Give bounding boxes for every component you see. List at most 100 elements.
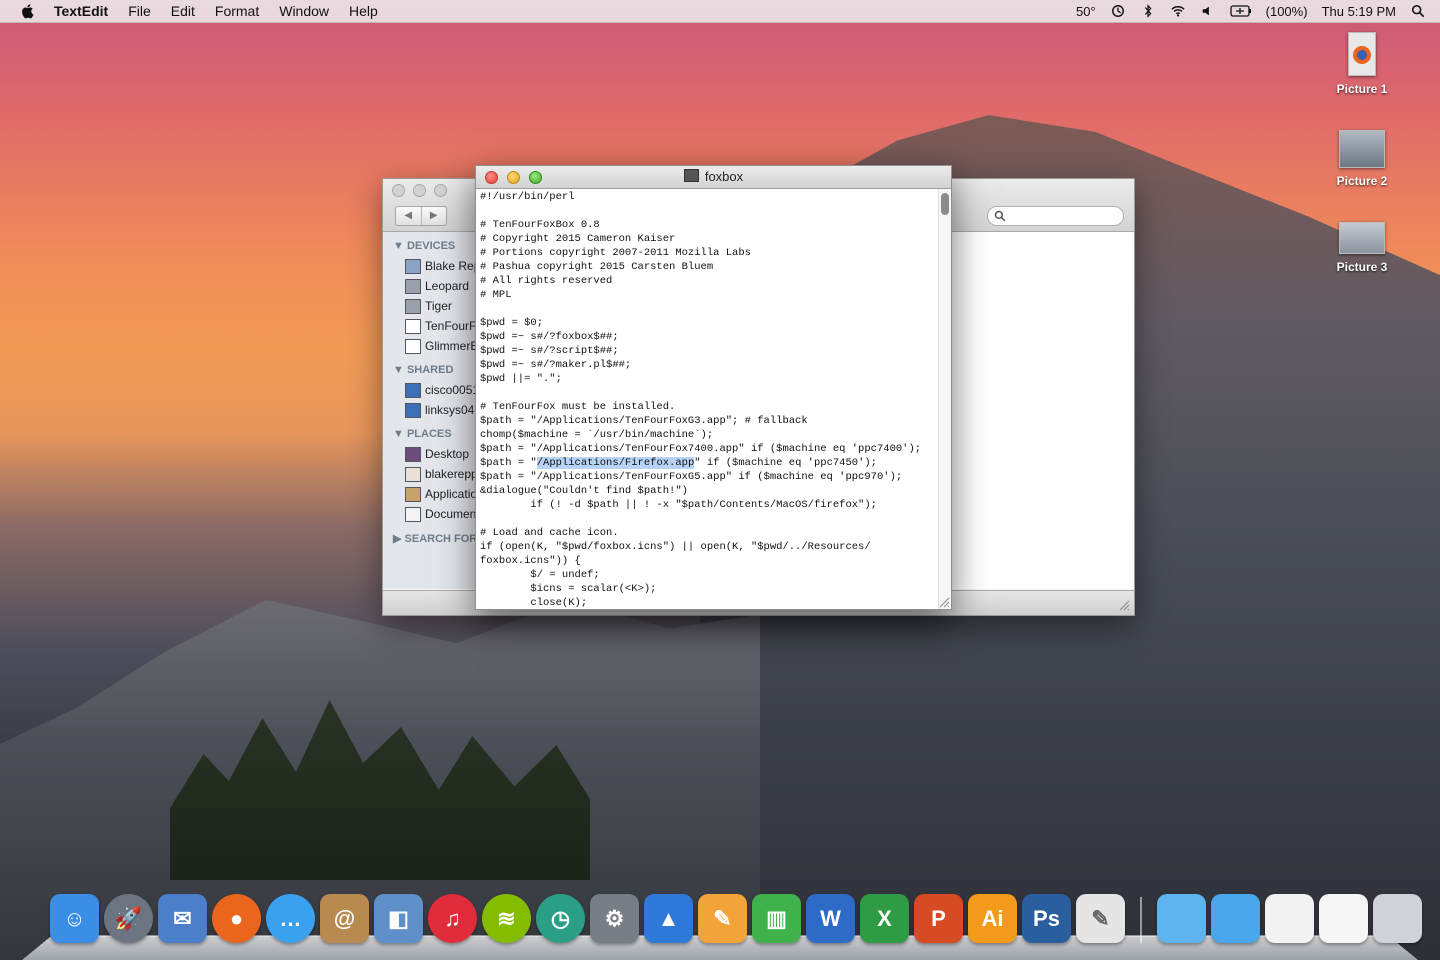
dock-finder-icon[interactable]: ☺ bbox=[50, 894, 99, 943]
forward-arrow-icon[interactable]: ▶ bbox=[422, 207, 447, 225]
code-text[interactable]: #!/usr/bin/perl # TenFourFoxBox 0.8 # Co… bbox=[480, 190, 937, 607]
sidebar-item-place[interactable]: Applicatio bbox=[383, 484, 478, 504]
dock-itunes-icon[interactable]: ♫ bbox=[428, 894, 477, 943]
status-area: 50° (100%) Thu 5:19 PM bbox=[1076, 0, 1426, 22]
sidebar-header-shared[interactable]: ▼ SHARED bbox=[393, 364, 478, 376]
back-arrow-icon[interactable]: ◀ bbox=[396, 207, 422, 225]
finder-sidebar: ▼ DEVICES Blake Rep Leopard Tiger TenFou… bbox=[383, 232, 479, 589]
menu-window[interactable]: Window bbox=[279, 3, 329, 19]
menu-format[interactable]: Format bbox=[215, 3, 259, 19]
dock-documents-stack-icon[interactable] bbox=[1157, 894, 1206, 943]
dock-system-preferences-icon[interactable]: ⚙ bbox=[590, 894, 639, 943]
vertical-scrollbar[interactable] bbox=[938, 189, 951, 609]
time-machine-icon[interactable] bbox=[1110, 4, 1126, 18]
desktop-icon-picture-3[interactable]: Picture 3 bbox=[1317, 222, 1407, 274]
dock: ☺ 🚀 ✉ ●… @ ◧ ♫ ≋ ◷ ⚙ ▲ ✎ ▥ W X P Ai Ps ✎ bbox=[22, 886, 1422, 960]
menu-app-name[interactable]: TextEdit bbox=[54, 3, 108, 19]
sidebar-item-device[interactable]: Leopard bbox=[383, 276, 478, 296]
desktop-icon-picture-1[interactable]: Picture 1 bbox=[1317, 32, 1407, 96]
sidebar-item-place[interactable]: blakerepp bbox=[383, 464, 478, 484]
dock-messages-icon[interactable]: … bbox=[266, 894, 315, 943]
textedit-titlebar[interactable]: foxbox bbox=[476, 166, 951, 189]
sidebar-header-devices[interactable]: ▼ DEVICES bbox=[393, 240, 478, 252]
sidebar-item-place[interactable]: Documen bbox=[383, 504, 478, 524]
menu-edit[interactable]: Edit bbox=[171, 3, 195, 19]
dock-spotify-icon[interactable]: ≋ bbox=[482, 894, 531, 943]
dock-photoshop-icon[interactable]: Ps bbox=[1022, 894, 1071, 943]
home-icon bbox=[405, 467, 421, 482]
dock-trash-icon[interactable] bbox=[1373, 894, 1422, 943]
sidebar-item-device[interactable]: GlimmerB bbox=[383, 336, 478, 356]
disk-icon bbox=[405, 299, 421, 314]
scrollbar-thumb[interactable] bbox=[941, 193, 949, 215]
finder-zoom-button[interactable] bbox=[434, 184, 447, 197]
desktop-icon-label: Picture 1 bbox=[1336, 82, 1388, 96]
network-computer-icon bbox=[405, 403, 421, 418]
dock-icons: ☺ 🚀 ✉ ●… @ ◧ ♫ ≋ ◷ ⚙ ▲ ✎ ▥ W X P Ai Ps ✎ bbox=[50, 894, 1422, 943]
sidebar-header-search-for[interactable]: ▶ SEARCH FOR bbox=[393, 532, 478, 545]
picture-thumbnail-icon bbox=[1348, 32, 1376, 76]
desktop-icon-picture-2[interactable]: Picture 2 bbox=[1317, 130, 1407, 188]
battery-icon[interactable] bbox=[1229, 4, 1252, 18]
dock-illustrator-icon[interactable]: Ai bbox=[968, 894, 1017, 943]
menu-help[interactable]: Help bbox=[349, 3, 378, 19]
menu-file[interactable]: File bbox=[128, 3, 151, 19]
resize-grip-icon[interactable] bbox=[938, 596, 950, 608]
dock-keynote-icon[interactable]: ▲ bbox=[644, 894, 693, 943]
resize-grip-icon[interactable] bbox=[1118, 599, 1130, 611]
dock-excel-icon[interactable]: X bbox=[860, 894, 909, 943]
window-title: foxbox bbox=[476, 169, 951, 184]
dock-picture-stack-icon[interactable] bbox=[1265, 894, 1314, 943]
text-selection[interactable]: /Applications/Firefox.app bbox=[536, 457, 695, 469]
picture-thumbnail-icon bbox=[1339, 130, 1385, 168]
finder-close-button[interactable] bbox=[392, 184, 405, 197]
dock-numbers-icon[interactable]: ▥ bbox=[752, 894, 801, 943]
dock-firefox-icon[interactable]: ● bbox=[212, 894, 261, 943]
dock-textedit-icon[interactable]: ✎ bbox=[1076, 894, 1125, 943]
desktop-icon bbox=[405, 447, 421, 462]
dock-mail-icon[interactable]: ✉ bbox=[158, 894, 207, 943]
dock-preview-icon[interactable]: ◧ bbox=[374, 894, 423, 943]
documents-icon bbox=[405, 507, 421, 522]
dock-time-machine-icon[interactable]: ◷ bbox=[536, 894, 585, 943]
disk-image-icon bbox=[405, 339, 421, 354]
menubar-clock[interactable]: Thu 5:19 PM bbox=[1322, 4, 1396, 19]
dock-separator bbox=[1140, 897, 1142, 943]
textedit-window: foxbox #!/usr/bin/perl # TenFourFoxBox 0… bbox=[475, 165, 952, 610]
picture-thumbnail-icon bbox=[1339, 222, 1385, 254]
dock-contacts-icon[interactable]: @ bbox=[320, 894, 369, 943]
finder-search-field[interactable] bbox=[987, 206, 1124, 226]
sidebar-item-place[interactable]: Desktop bbox=[383, 444, 478, 464]
computer-icon bbox=[405, 259, 421, 274]
disk-icon bbox=[405, 279, 421, 294]
document-icon bbox=[683, 169, 699, 182]
bluetooth-icon[interactable] bbox=[1140, 4, 1156, 18]
sidebar-item-shared[interactable]: linksys04 bbox=[383, 400, 478, 420]
sidebar-item-device[interactable]: TenFourF bbox=[383, 316, 478, 336]
spotlight-search-icon[interactable] bbox=[1410, 4, 1426, 18]
text-editor-area[interactable]: #!/usr/bin/perl # TenFourFoxBox 0.8 # Co… bbox=[480, 190, 937, 607]
dock-launchpad-icon[interactable]: 🚀 bbox=[104, 894, 153, 943]
finder-back-forward: ◀ ▶ bbox=[395, 206, 447, 226]
network-computer-icon bbox=[405, 383, 421, 398]
sidebar-item-device[interactable]: Blake Rep bbox=[383, 256, 478, 276]
applications-icon bbox=[405, 487, 421, 502]
sidebar-item-device[interactable]: Tiger bbox=[383, 296, 478, 316]
dock-downloads-stack-icon[interactable] bbox=[1211, 894, 1260, 943]
finder-minimize-button[interactable] bbox=[413, 184, 426, 197]
sidebar-item-shared[interactable]: cisco0051 bbox=[383, 380, 478, 400]
weather-temperature[interactable]: 50° bbox=[1076, 4, 1096, 19]
desktop-icon-label: Picture 3 bbox=[1336, 260, 1388, 274]
dock-pages-icon[interactable]: ✎ bbox=[698, 894, 747, 943]
desktop-icon-label: Picture 2 bbox=[1336, 174, 1388, 188]
sidebar-header-places[interactable]: ▼ PLACES bbox=[393, 428, 478, 440]
battery-percent: (100%) bbox=[1265, 3, 1308, 19]
dock-word-icon[interactable]: W bbox=[806, 894, 855, 943]
dock-document-stack-icon[interactable] bbox=[1319, 894, 1368, 943]
wifi-icon[interactable] bbox=[1170, 4, 1186, 18]
disk-image-icon bbox=[405, 319, 421, 334]
menu-bar: TextEdit File Edit Format Window Help 50… bbox=[0, 0, 1440, 23]
apple-icon[interactable] bbox=[20, 3, 36, 19]
volume-icon[interactable] bbox=[1200, 4, 1216, 18]
dock-powerpoint-icon[interactable]: P bbox=[914, 894, 963, 943]
